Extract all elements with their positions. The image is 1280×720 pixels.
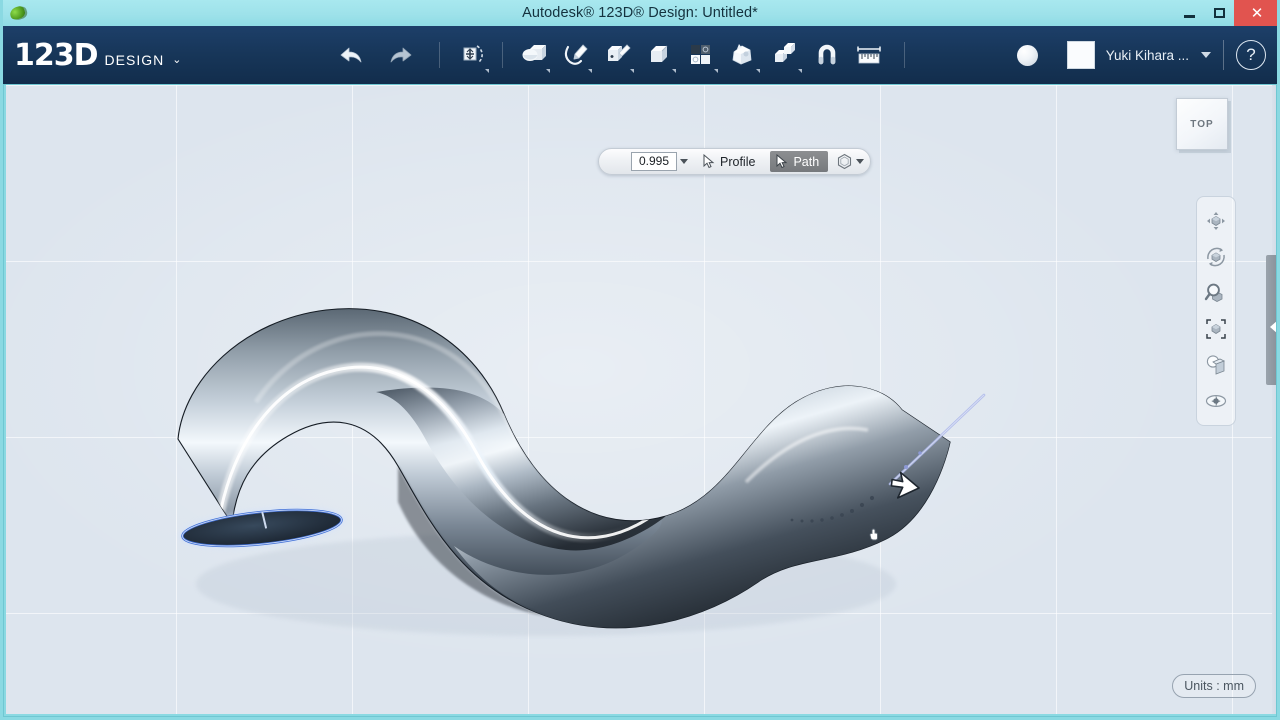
sketch-tool[interactable] xyxy=(554,34,596,76)
shape-options-button[interactable] xyxy=(836,153,865,170)
grouping-tool[interactable] xyxy=(722,34,764,76)
profile-label: Profile xyxy=(720,154,756,169)
main-toolbar: 123D DESIGN ⌄ Yuki Kihara ... ? xyxy=(0,26,1280,84)
chevron-down-icon xyxy=(856,159,865,164)
toolbar-divider xyxy=(502,42,504,68)
path-label: Path xyxy=(793,154,820,169)
material-tool[interactable] xyxy=(1007,34,1049,76)
undo-redo-group xyxy=(329,34,423,76)
close-button[interactable]: ✕ xyxy=(1234,0,1280,26)
view-style-icon[interactable] xyxy=(1199,348,1233,382)
brand-subtitle: DESIGN xyxy=(104,51,165,68)
measure-tool[interactable] xyxy=(848,34,890,76)
transform-tool[interactable] xyxy=(451,34,493,76)
redo-button[interactable] xyxy=(381,34,423,76)
cursor-icon xyxy=(703,154,715,169)
units-indicator[interactable]: Units : mm xyxy=(1172,674,1256,698)
toolbar-divider xyxy=(439,42,441,68)
navigation-bar xyxy=(1196,196,1236,426)
account-area: Yuki Kihara ... ? xyxy=(1007,26,1266,84)
pan-icon[interactable] xyxy=(1199,204,1233,238)
brand-title: 123D xyxy=(14,37,99,73)
zoom-icon[interactable] xyxy=(1199,276,1233,310)
window-title: Autodesk® 123D® Design: Untitled* xyxy=(522,5,758,21)
view-cube-face-label: TOP xyxy=(1176,98,1228,150)
swept-solid-model[interactable] xyxy=(6,84,1274,714)
chevron-down-icon[interactable] xyxy=(1201,52,1211,58)
application-window: Autodesk® 123D® Design: Untitled* ✕ 123D… xyxy=(0,0,1280,720)
panel-collapse-arrow-icon[interactable] xyxy=(1270,320,1278,334)
right-panel-strip xyxy=(1272,84,1280,714)
fit-icon[interactable] xyxy=(1199,312,1233,346)
hexagon-icon xyxy=(838,153,852,170)
minimize-button[interactable] xyxy=(1174,0,1204,26)
toolbar-divider xyxy=(1223,40,1224,70)
path-button[interactable]: Path xyxy=(770,151,829,172)
visibility-eye-icon[interactable] xyxy=(1199,384,1233,418)
sweep-value-input[interactable]: 0.995 xyxy=(631,152,677,171)
modify-tool[interactable] xyxy=(638,34,680,76)
profile-button[interactable]: Profile xyxy=(697,151,764,172)
cursor-icon xyxy=(776,154,788,169)
view-cube[interactable]: TOP xyxy=(1176,98,1228,150)
sweep-value-dropdown[interactable] xyxy=(677,152,691,171)
primitives-tool[interactable] xyxy=(512,34,554,76)
title-bar: Autodesk® 123D® Design: Untitled* ✕ xyxy=(0,0,1280,26)
toolbar-divider xyxy=(904,42,906,68)
account-name[interactable]: Yuki Kihara ... xyxy=(1106,48,1189,63)
construct-tool[interactable] xyxy=(596,34,638,76)
orbit-icon[interactable] xyxy=(1199,240,1233,274)
window-controls: ✕ xyxy=(1174,0,1280,26)
snap-tool[interactable] xyxy=(806,34,848,76)
undo-button[interactable] xyxy=(329,34,371,76)
sweep-context-toolbar: 0.995 Profile Path xyxy=(598,148,872,175)
brand-menu[interactable]: 123D DESIGN ⌄ xyxy=(14,38,181,73)
viewport-canvas[interactable]: 0.995 Profile Path TOP Units: mm xyxy=(6,84,1274,714)
help-button[interactable]: ? xyxy=(1236,40,1266,70)
app-logo-icon xyxy=(0,0,34,26)
avatar[interactable] xyxy=(1066,41,1095,69)
pattern-tool[interactable] xyxy=(680,34,722,76)
combine-tool[interactable] xyxy=(764,34,806,76)
chevron-down-icon: ⌄ xyxy=(172,53,182,66)
maximize-button[interactable] xyxy=(1204,0,1234,26)
